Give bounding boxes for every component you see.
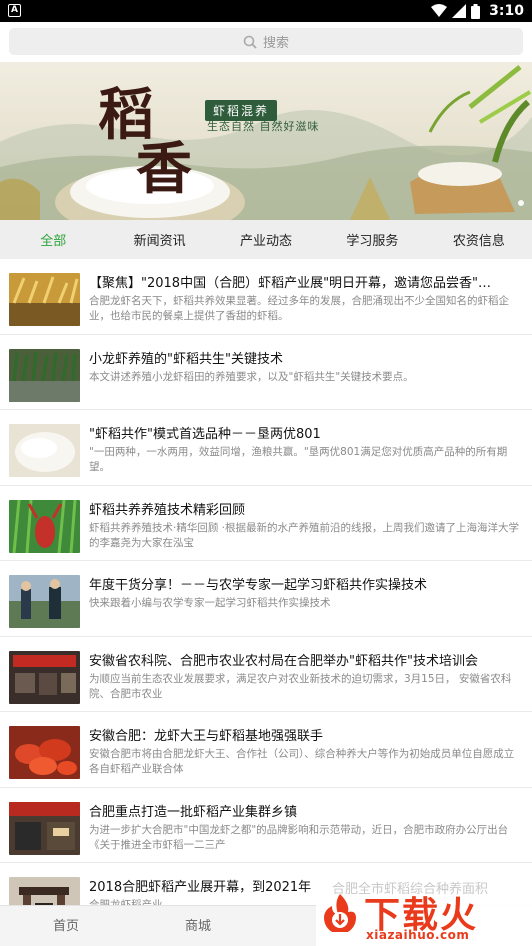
article-thumbnail: [9, 424, 80, 477]
clock: 3:10: [489, 3, 524, 19]
watermark-site: xiazaihuo.com: [366, 928, 470, 942]
article-summary: 为进一步扩大合肥市"中国龙虾之都"的品牌影响和示范带动，近日，合肥市政府办公厅出…: [89, 823, 509, 851]
article-summary: 合肥龙虾名天下，虾稻共养效果显著。经过多年的发展，合肥涌现出不少全国知名的虾稻企…: [89, 295, 509, 322]
list-item[interactable]: 合肥重点打造一批虾稻产业集群乡镇 为进一步扩大合肥市"中国龙虾之都"的品牌影响和…: [0, 788, 532, 863]
carousel-indicator: [518, 200, 524, 206]
article-title: 【聚焦】"2018中国（合肥）虾稻产业展"明日开幕，邀请您品尝香"…: [89, 276, 492, 291]
article-thumbnail: [9, 726, 80, 779]
system-icons: 3:10: [431, 2, 524, 20]
search-input[interactable]: 搜索: [9, 28, 523, 55]
list-item[interactable]: 安徽合肥：龙虾大王与虾稻基地强强联手 安徽合肥市将由合肥龙虾大王、合作社（公司）…: [0, 712, 532, 788]
article-title: 年度干货分享！－－与农学专家一起学习虾稻共作实操技术: [89, 578, 428, 593]
article-thumbnail: [9, 650, 80, 704]
banner-carousel[interactable]: 稻 香 虾稻混养 生态自然 自然好滋味: [0, 62, 532, 220]
banner-scenery: [0, 65, 532, 220]
article-thumbnail: [9, 348, 80, 402]
banner-subtitle: 生态自然 自然好滋味: [207, 120, 320, 133]
wifi-icon: [431, 4, 448, 17]
list-item[interactable]: 年度干货分享！－－与农学专家一起学习虾稻共作实操技术 快来跟着小编与农学专家一起…: [0, 561, 532, 637]
article-thumbnail: [9, 499, 80, 553]
list-item[interactable]: "虾稻共作"模式首选品种－－垦两优801 "一田两种，一水两用，效益同增，渔粮共…: [0, 410, 532, 486]
search-placeholder: 搜索: [262, 36, 289, 51]
list-item[interactable]: 虾稻共养养殖技术精彩回顾 虾稻共养养殖技术·精华回顾 ·根据最新的水产养殖前沿的…: [0, 486, 532, 561]
article-summary: 快来跟着小编与农学专家一起学习虾稻共作实操技术: [89, 597, 331, 609]
flame-logo-icon: [324, 894, 356, 932]
tab-supplies[interactable]: 农资信息: [426, 220, 532, 259]
article-summary: 安徽合肥市将由合肥龙虾大王、合作社（公司）、综合种养大户等作为初始成员单位自愿成…: [89, 748, 515, 775]
signal-icon: [452, 4, 467, 18]
status-bar: A 3:10: [0, 0, 532, 22]
nav-home[interactable]: 首页: [53, 906, 79, 946]
article-summary: "一田两种，一水两用，效益同增，渔粮共赢。"垦两优801满足您对优质高产品种的所…: [89, 446, 508, 473]
search-icon: [243, 35, 257, 49]
search-bar: 搜索: [0, 22, 532, 62]
tab-news[interactable]: 新闻资讯: [106, 220, 212, 259]
nav-mall[interactable]: 商城: [185, 906, 211, 946]
article-title: 小龙虾养殖的"虾稻共生"关键技术: [89, 351, 283, 367]
article-title: "虾稻共作"模式首选品种－－垦两优801: [89, 427, 321, 442]
article-summary: 为顺应当前生态农业发展要求，满足农户对农业新技术的迫切需求，3月15日， 安徽省…: [89, 672, 512, 700]
battery-icon: [471, 3, 481, 19]
tab-learning[interactable]: 学习服务: [319, 220, 425, 259]
article-thumbnail: [9, 575, 80, 628]
banner-title-char-2: 香: [136, 136, 192, 202]
list-item[interactable]: 小龙虾养殖的"虾稻共生"关键技术 本文讲述养殖小龙虾稻田的养殖要求，以及"虾稻共…: [0, 335, 532, 410]
list-item[interactable]: 【聚焦】"2018中国（合肥）虾稻产业展"明日开幕，邀请您品尝香"… 合肥龙虾名…: [0, 259, 532, 335]
article-list: 【聚焦】"2018中国（合肥）虾稻产业展"明日开幕，邀请您品尝香"… 合肥龙虾名…: [0, 259, 532, 939]
article-summary: 虾稻共养养殖技术·精华回顾 ·根据最新的水产养殖前沿的线报，上周我们邀请了上海海…: [89, 521, 520, 549]
article-title: 安徽省农科院、合肥市农业农村局在合肥举办"虾稻共作"技术培训会: [89, 653, 478, 669]
list-item[interactable]: 安徽省农科院、合肥市农业农村局在合肥举办"虾稻共作"技术培训会 为顺应当前生态农…: [0, 637, 532, 712]
watermark: 合肥全市虾稻综合种养面积 下载火 xiazaihuo.com: [316, 872, 532, 946]
article-thumbnail: [9, 273, 80, 326]
article-summary: 本文讲述养殖小龙虾稻田的养殖要求，以及"虾稻共生"关键技术要点。: [89, 370, 414, 383]
article-title: 安徽合肥：龙虾大王与虾稻基地强强联手: [89, 729, 324, 744]
article-title: 虾稻共养养殖技术精彩回顾: [89, 502, 246, 518]
article-title: 合肥重点打造一批虾稻产业集群乡镇: [89, 804, 298, 820]
article-thumbnail: [9, 801, 80, 855]
app-notification-icon: A: [8, 4, 21, 17]
tab-industry[interactable]: 产业动态: [213, 220, 319, 259]
category-tabs: 全部 新闻资讯 产业动态 学习服务 农资信息: [0, 220, 532, 259]
tab-all[interactable]: 全部: [0, 220, 106, 259]
